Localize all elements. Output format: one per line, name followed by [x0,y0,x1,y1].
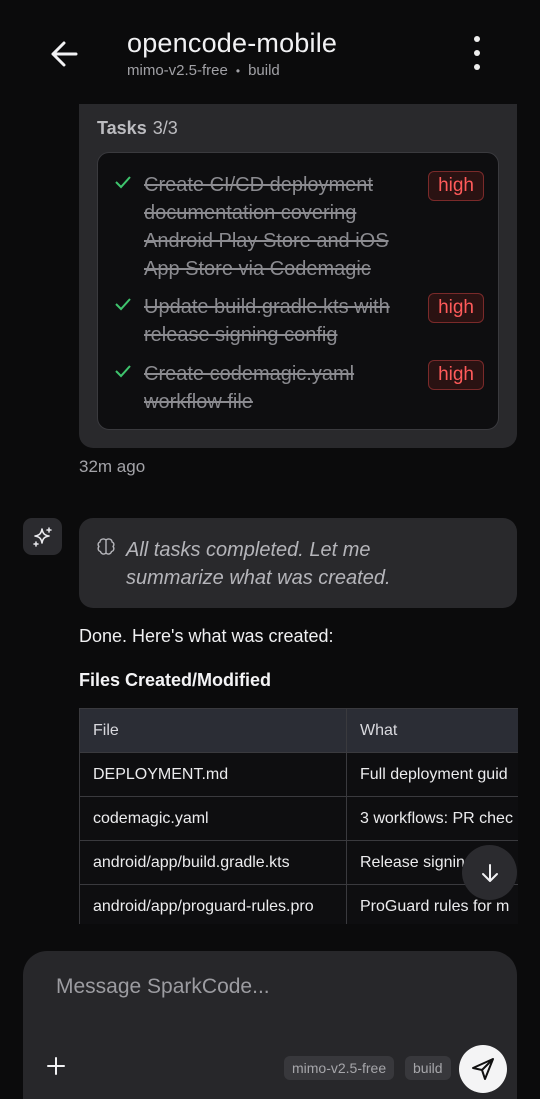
message-composer: mimo-v2.5-free build [23,951,517,1099]
priority-badge: high [428,293,484,323]
session-title: opencode-mobile [127,28,338,58]
table-cell: Full deployment guid [346,752,518,797]
sparkle-icon [23,518,62,555]
check-icon [115,298,131,311]
task-text: Create CI/CD deployment documentation co… [144,174,389,280]
column-header: What [346,708,518,753]
send-icon [472,1058,494,1080]
table-cell: 3 workflows: PR chec [346,796,518,841]
message-timestamp: 32m ago [79,457,146,476]
tasks-label: Tasks [97,118,147,138]
table-header-row: File What [79,708,518,753]
check-icon [115,176,131,189]
priority-badge: high [428,360,484,390]
separator-dot: • [235,63,241,78]
table-cell: android/app/proguard-rules.pro [79,884,347,924]
back-arrow-icon[interactable] [44,34,84,74]
table-row: android/app/proguard-rules.pro ProGuard … [79,884,518,924]
task-text: Create codemagic.yaml workflow file [144,363,355,413]
tasks-heading: Tasks 3/3 [97,118,178,139]
section-heading: Files Created/Modified [79,670,272,690]
priority-badge: high [428,171,484,201]
table-row: android/app/build.gradle.kts Release sig… [79,840,518,885]
model-chip[interactable]: mimo-v2.5-free [284,1056,395,1080]
table-row: DEPLOYMENT.md Full deployment guid [79,752,518,797]
model-name: mimo-v2.5-free [127,62,228,79]
check-icon [115,365,131,378]
mode-chip[interactable]: build [405,1056,451,1080]
app-header: opencode-mobile mimo-v2.5-free • build [0,0,540,104]
message-input[interactable] [56,975,476,999]
send-button[interactable] [459,1045,507,1093]
tasks-count: 3/3 [152,118,178,138]
session-subtitle: mimo-v2.5-free • build [127,62,280,79]
brain-icon [97,538,115,555]
column-header: File [79,708,347,753]
files-table[interactable]: File What DEPLOYMENT.md Full deployment … [79,708,518,924]
table-cell: android/app/build.gradle.kts [79,840,347,885]
task-list: Create CI/CD deployment documentation co… [97,152,499,430]
mode-name: build [248,62,280,79]
plus-icon[interactable] [45,1055,67,1077]
scroll-to-bottom-button[interactable] [462,845,517,900]
tasks-card: Tasks 3/3 Create CI/CD deployment documen… [79,104,517,448]
arrow-down-icon [481,863,498,882]
task-text: Update build.gradle.kts with release sig… [144,296,390,346]
response-intro: Done. Here's what was created: [79,626,334,646]
table-cell: DEPLOYMENT.md [79,752,347,797]
more-options-icon[interactable] [462,36,492,70]
reasoning-block[interactable]: All tasks completed. Let me summarize wh… [79,518,517,608]
table-cell: codemagic.yaml [79,796,347,841]
reasoning-text: All tasks completed. Let me summarize wh… [126,539,391,589]
table-row: codemagic.yaml 3 workflows: PR chec [79,796,518,841]
